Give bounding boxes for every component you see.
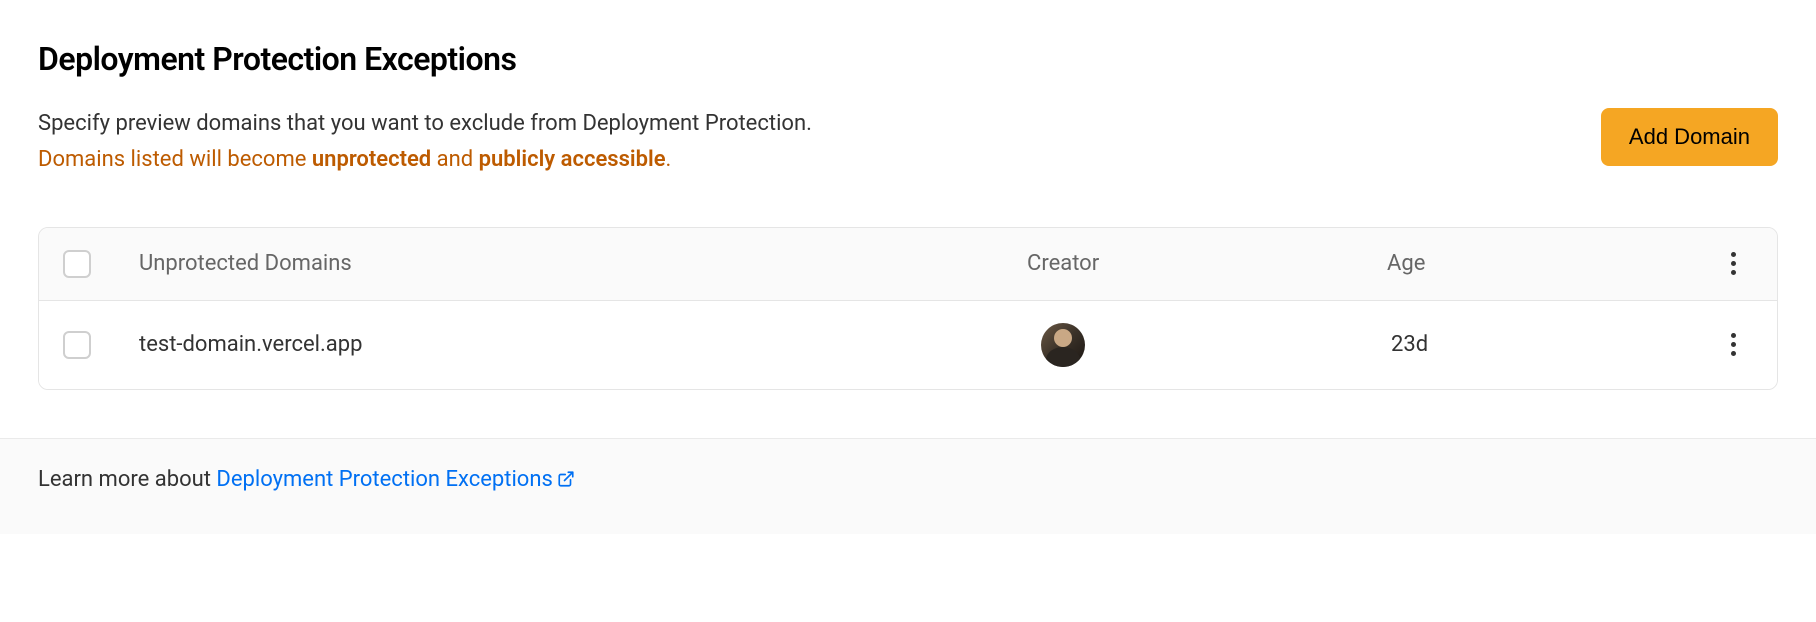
warning-bold-public: publicly accessible [479,147,666,172]
warning-text: Domains listed will become unprotected a… [38,142,812,178]
avatar [1041,323,1085,367]
column-header-creator: Creator [1027,251,1387,276]
domains-table: Unprotected Domains Creator Age test-dom… [38,227,1778,390]
add-domain-button[interactable]: Add Domain [1601,108,1778,166]
description-block: Specify preview domains that you want to… [38,106,812,179]
footer-link-text: Deployment Protection Exceptions [216,467,552,492]
creator-cell [1027,323,1387,367]
header-actions-cell [1657,252,1757,275]
table-row: test-domain.vercel.app 23d [39,301,1777,389]
row-checkbox[interactable] [63,331,91,359]
select-all-cell [59,250,139,278]
external-link-icon [557,469,575,494]
row-select-cell [59,331,139,359]
more-vertical-icon[interactable] [1717,252,1749,275]
more-vertical-icon[interactable] [1717,333,1749,356]
header-row: Specify preview domains that you want to… [38,106,1778,179]
footer-prefix: Learn more about [38,467,216,492]
warning-suffix: . [666,147,672,172]
footer: Learn more about Deployment Protection E… [0,438,1816,534]
warning-mid: and [431,147,478,172]
column-header-domains: Unprotected Domains [139,251,1027,276]
description-text: Specify preview domains that you want to… [38,106,812,142]
page-title: Deployment Protection Exceptions [38,40,1778,78]
warning-bold-unprotected: unprotected [312,147,431,172]
row-actions-cell [1657,333,1757,356]
domain-cell: test-domain.vercel.app [139,332,1027,357]
column-header-age: Age [1387,251,1657,276]
table-header-row: Unprotected Domains Creator Age [39,228,1777,301]
age-cell: 23d [1391,332,1657,357]
footer-link[interactable]: Deployment Protection Exceptions [216,467,574,492]
warning-prefix: Domains listed will become [38,147,312,172]
select-all-checkbox[interactable] [63,250,91,278]
